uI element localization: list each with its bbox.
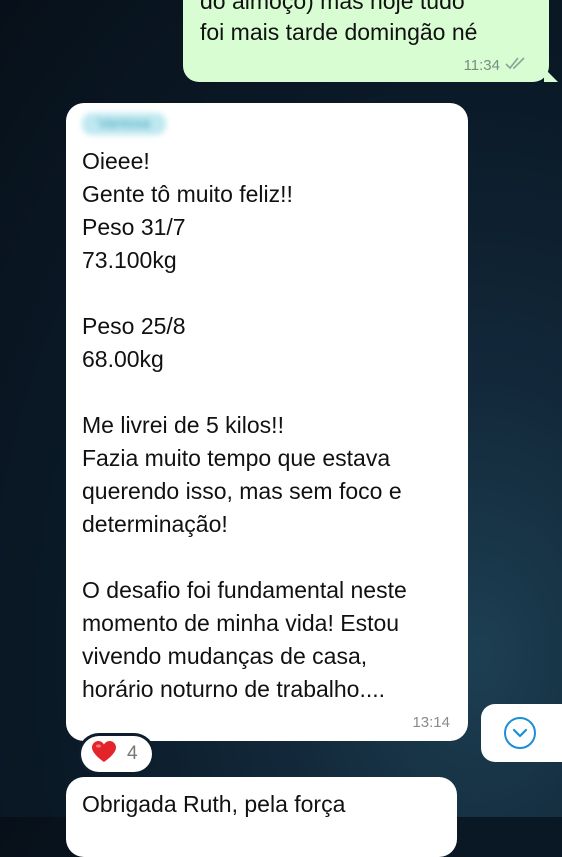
next-message-text: Obrigada Ruth, pela força: [82, 791, 346, 817]
outgoing-message-text: do almoço) mas hoje tudo foi mais tarde …: [200, 0, 478, 45]
incoming-message-bubble-next[interactable]: Obrigada Ruth, pela força: [66, 777, 457, 857]
outgoing-message-meta: 11:34: [464, 56, 527, 74]
double-check-icon: [505, 56, 527, 74]
chevron-down-icon: [504, 717, 536, 749]
reaction-badge[interactable]: 4: [81, 736, 152, 772]
incoming-message-text: Oieee! Gente tô muito feliz!! Peso 31/7 …: [82, 148, 407, 702]
scroll-to-bottom-button[interactable]: [481, 704, 562, 762]
reaction-count: 4: [127, 743, 138, 764]
sender-name: Vanissa: [82, 113, 166, 135]
incoming-message-time: 13:14: [412, 714, 450, 731]
bubble-tail: [544, 68, 558, 82]
incoming-message-bubble[interactable]: Vanissa Oieee! Gente tô muito feliz!! Pe…: [66, 103, 468, 741]
outgoing-message-bubble[interactable]: do almoço) mas hoje tudo foi mais tarde …: [183, 0, 558, 82]
outgoing-message-time: 11:34: [463, 56, 500, 74]
heart-icon: [91, 740, 117, 769]
